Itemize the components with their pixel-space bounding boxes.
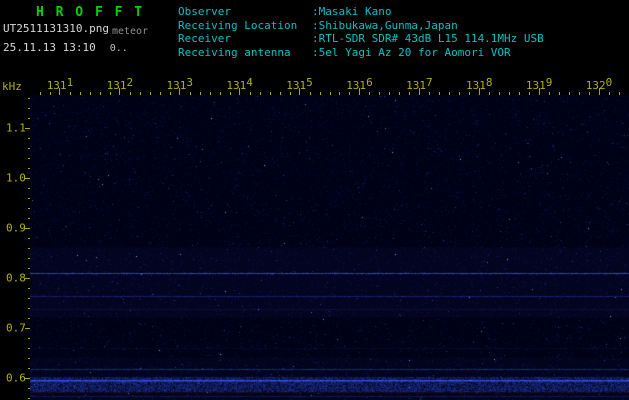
axis-tick: [299, 88, 301, 95]
info-value: :Masaki Kano: [312, 5, 392, 18]
info-row: Receiving antenna :5el Yagi Az 20 for Aom…: [178, 46, 544, 60]
y-tick-label: 0.9: [6, 221, 26, 234]
output-filename-row: UT2511131310.png meteor: [3, 22, 149, 37]
axis-tick: [538, 88, 540, 95]
axis-tick: [239, 88, 241, 95]
spectrogram-canvas: [30, 95, 629, 400]
axis-tick: [59, 88, 61, 95]
info-value: :5el Yagi Az 20 for Aomori VOR: [312, 45, 511, 59]
info-value: :Shibukawa,Gunma,Japan: [312, 18, 458, 32]
axis-tick: [358, 88, 360, 95]
info-row: Receiving Location :Shibukawa,Gunma,Japan: [178, 19, 544, 33]
timestamp: 25.11.13 13:10: [3, 41, 96, 54]
info-row: Observer :Masaki Kano: [178, 5, 544, 19]
observation-info: Observer :Masaki Kano Receiving Location :S…: [178, 5, 544, 59]
axis-tick: [598, 88, 600, 95]
output-filename: UT2511131310.png: [3, 22, 109, 35]
mode-label: meteor: [111, 26, 149, 37]
info-label: Receiving antenna: [178, 45, 291, 59]
y-tick-label: 0.7: [6, 321, 26, 334]
y-tick-label: 1.0: [6, 171, 26, 184]
axis-tick: [478, 88, 480, 95]
y-tick-label: 1.1: [6, 121, 26, 134]
axis-tick: [418, 88, 420, 95]
y-axis-unit: kHz: [2, 80, 22, 93]
hrofft-screen: H R O F F T UT2511131310.png meteor 25.11…: [0, 0, 629, 400]
y-tick-label: 0.8: [6, 271, 26, 284]
info-label: Receiver: [178, 32, 231, 45]
timestamp-row: 25.11.13 13:10 0..: [3, 41, 128, 54]
axis-tick: [119, 88, 121, 95]
info-label: Observer: [178, 5, 231, 18]
app-title: H R O F F T: [36, 5, 145, 20]
info-row: Receiver :RTL-SDR SDR# 43dB L15 114.1MHz …: [178, 32, 544, 46]
axis-tick: [179, 88, 181, 95]
status-counter: 0..: [109, 43, 128, 54]
info-label: Receiving Location: [178, 18, 298, 32]
info-value: :RTL-SDR SDR# 43dB L15 114.1MHz USB: [312, 32, 544, 45]
y-tick-label: 0.6: [6, 371, 26, 384]
